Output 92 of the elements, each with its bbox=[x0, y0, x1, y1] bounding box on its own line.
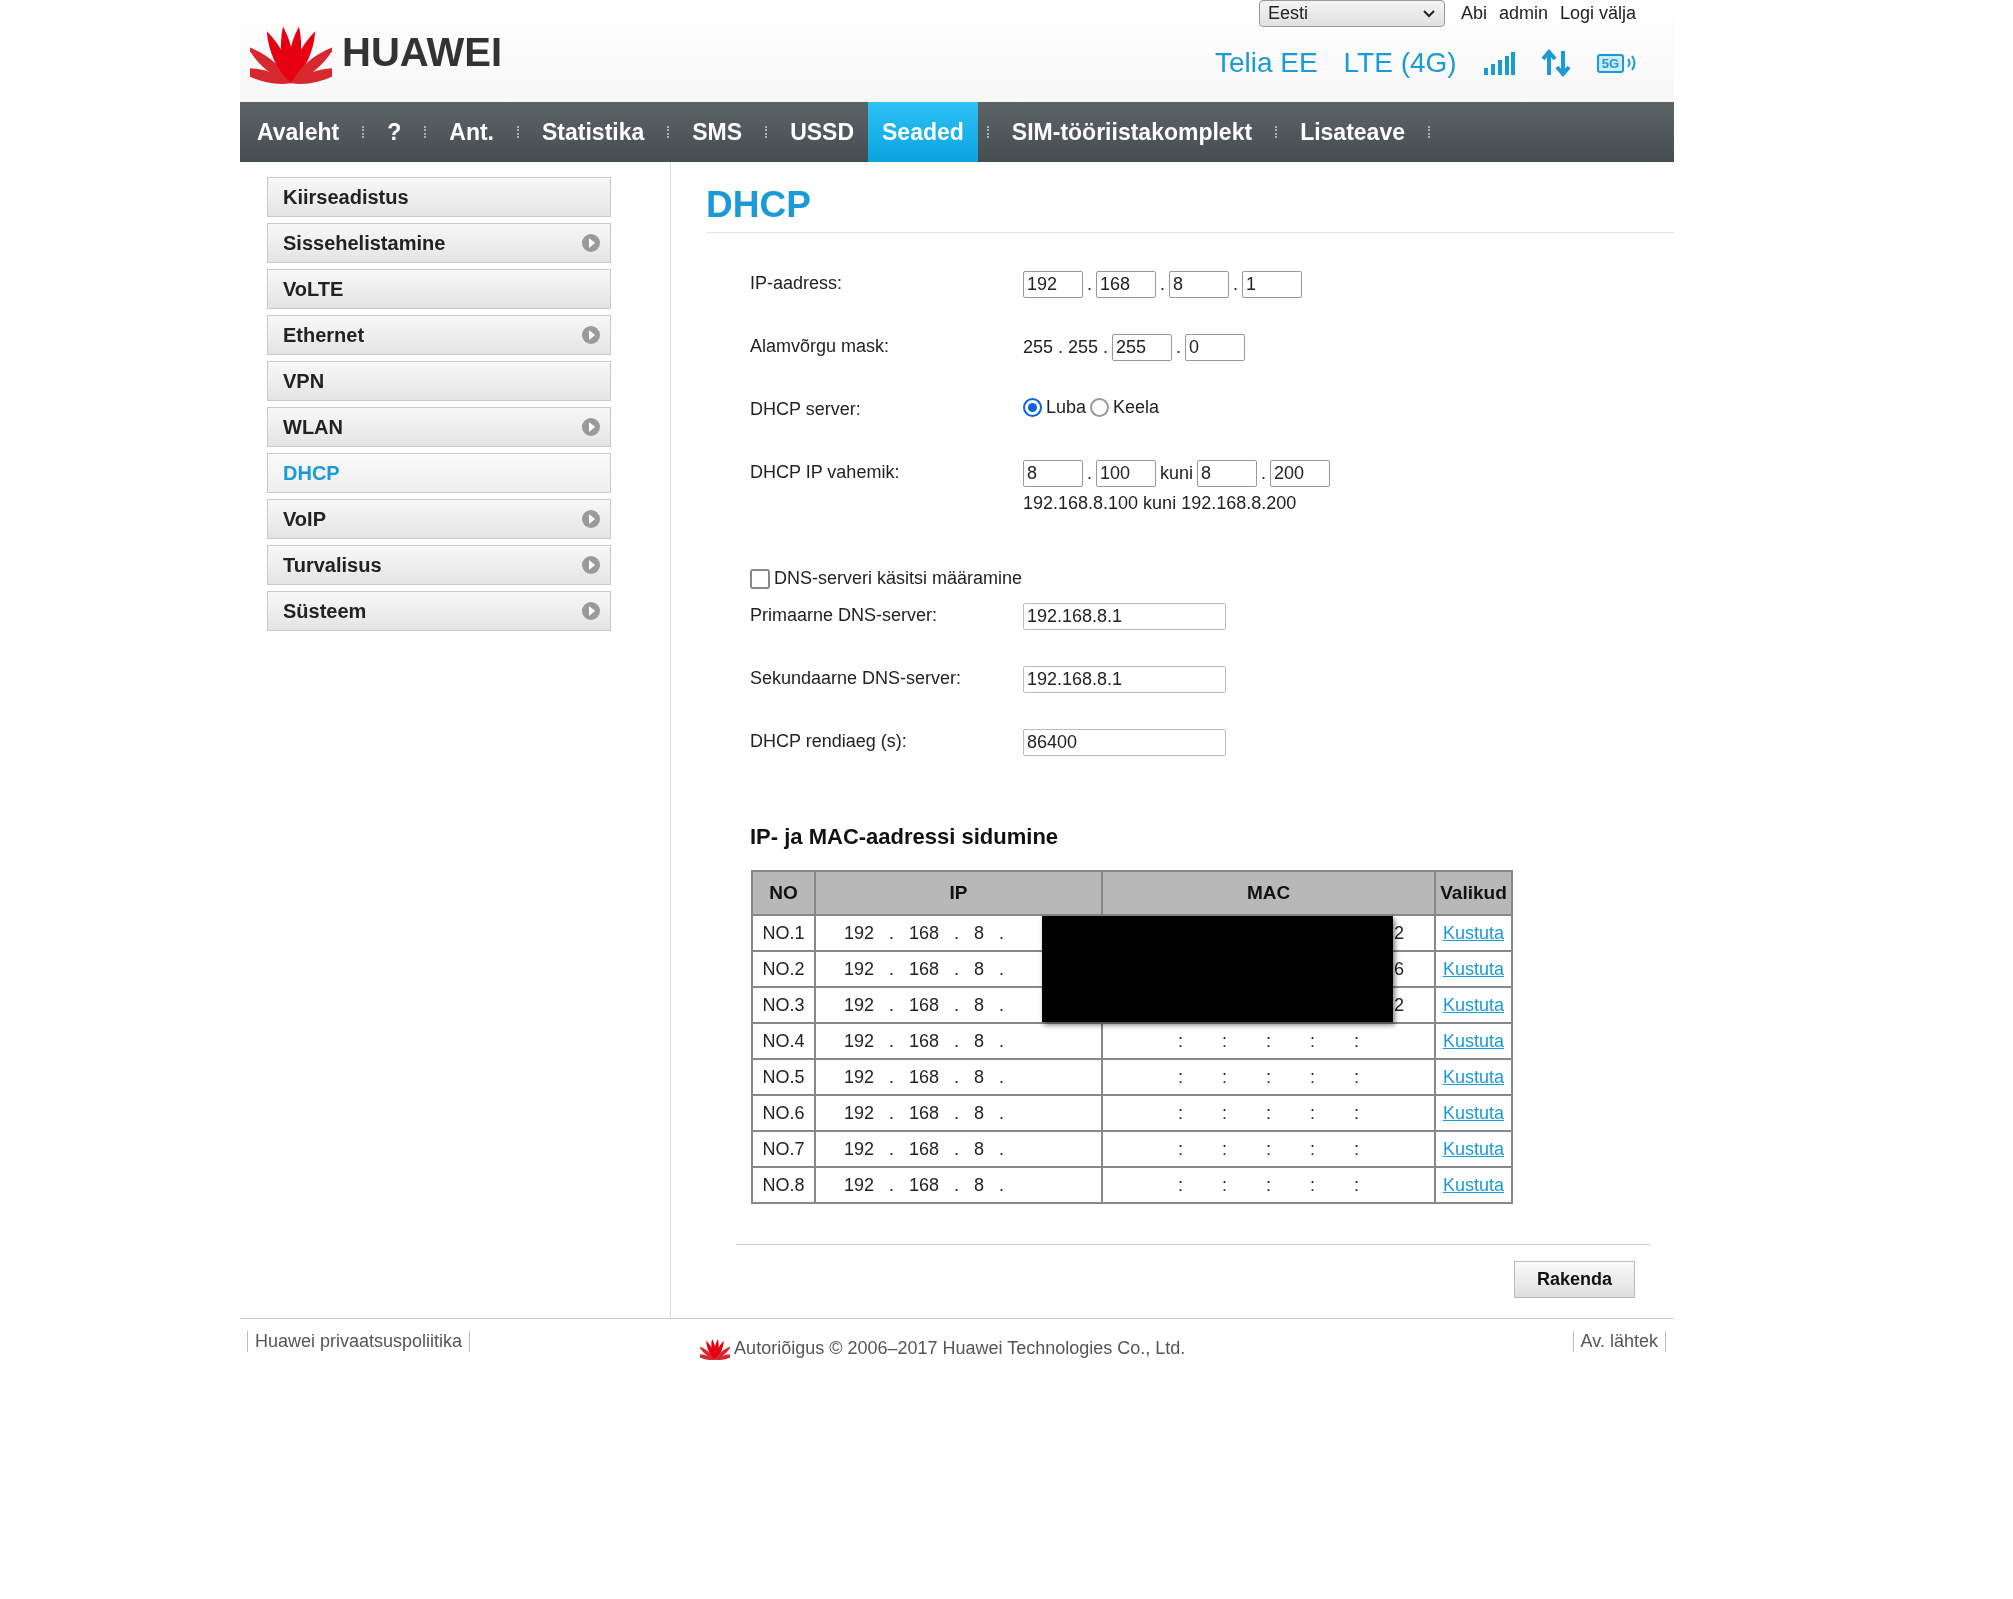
wave-icon bbox=[1626, 54, 1636, 72]
range-summary: 192.168.8.100 kuni 192.168.8.200 bbox=[1023, 493, 1298, 514]
field-label: IP-aadress: bbox=[750, 273, 844, 294]
octet-field[interactable]: 100 bbox=[1096, 460, 1156, 487]
nav-tab[interactable]: Avaleht bbox=[243, 102, 354, 162]
nav-tab[interactable]: SMS bbox=[678, 102, 757, 162]
nav-tab[interactable]: Ant. bbox=[435, 102, 508, 162]
field-label: DHCP rendiaeg (s): bbox=[750, 731, 908, 752]
field-label: Primaarne DNS-server: bbox=[750, 605, 939, 626]
table-cell: 192 . 168 . 8 . bbox=[814, 1095, 1103, 1131]
separator-text: . bbox=[1233, 274, 1239, 295]
sidebar-item[interactable]: VPN bbox=[267, 361, 611, 401]
field-label: Alamvõrgu mask: bbox=[750, 336, 891, 357]
open-source-link[interactable]: Av. lähtek bbox=[1572, 1331, 1666, 1352]
sidebar-item[interactable]: VoLTE bbox=[267, 269, 611, 309]
table-cell: : : : : : bbox=[1102, 1131, 1435, 1167]
language-select[interactable]: Eesti bbox=[1258, 0, 1445, 27]
sidebar-item[interactable]: Süsteem bbox=[267, 591, 611, 631]
radio-label: Keela bbox=[1113, 397, 1160, 418]
input-field[interactable]: 192.168.8.1 bbox=[1023, 603, 1226, 630]
checkbox[interactable] bbox=[750, 568, 770, 589]
privacy-link[interactable]: Huawei privaatsuspoliitika bbox=[247, 1331, 471, 1352]
separator-text: kuni bbox=[1160, 463, 1194, 484]
sidebar-item[interactable]: VoIP bbox=[267, 499, 611, 539]
octet-field[interactable]: 192 bbox=[1023, 271, 1083, 298]
data-transfer-icon bbox=[1540, 49, 1571, 77]
chevron-down-icon bbox=[1421, 8, 1436, 19]
apply-button[interactable]: Rakenda bbox=[1514, 1261, 1635, 1298]
table-cell: 192 . 168 . 8 . bbox=[814, 1131, 1103, 1167]
radio-button[interactable] bbox=[1023, 398, 1042, 417]
separator-text: 255 . 255 . bbox=[1023, 337, 1109, 358]
field-label: Sekundaarne DNS-server: bbox=[750, 668, 963, 689]
separator-text: . bbox=[1261, 463, 1267, 484]
huawei-logo-icon bbox=[700, 1337, 731, 1361]
page-title: DHCP bbox=[706, 184, 1674, 233]
separator-text: . bbox=[1176, 337, 1182, 358]
sidebar-item[interactable]: Sissehelistamine bbox=[267, 223, 611, 263]
table-cell: 192 . 168 . 8 . bbox=[814, 1059, 1103, 1095]
input-field[interactable]: 86400 bbox=[1023, 729, 1226, 756]
nav-tab[interactable]: ? bbox=[373, 102, 416, 162]
table-cell: NO.8 bbox=[752, 1167, 815, 1203]
section-title: IP- ja MAC-aadressi sidumine bbox=[750, 824, 1060, 850]
logout-link[interactable]: Logi välja bbox=[1559, 3, 1636, 24]
octet-field[interactable]: 8 bbox=[1023, 460, 1083, 487]
table-cell: NO.4 bbox=[752, 1023, 815, 1059]
separator-text: . bbox=[1087, 274, 1092, 295]
nav-tab[interactable]: Lisateave bbox=[1286, 102, 1419, 162]
table-cell: NO.3 bbox=[752, 987, 815, 1023]
table-cell: 192 . 168 . 8 . bbox=[814, 1023, 1103, 1059]
octet-field[interactable]: 168 bbox=[1096, 271, 1156, 298]
octet-field[interactable]: 255 bbox=[1112, 334, 1173, 361]
field-label: DHCP IP vahemik: bbox=[750, 462, 901, 483]
sidebar-item[interactable]: WLAN bbox=[267, 407, 611, 447]
field-label: DHCP server: bbox=[750, 399, 862, 420]
table-cell: NO.1 bbox=[752, 915, 815, 951]
sidebar-item[interactable]: Ethernet bbox=[267, 315, 611, 355]
table-cell: : : : : : bbox=[1102, 1167, 1435, 1203]
column-header: Valikud bbox=[1435, 871, 1512, 915]
radio-label: Luba bbox=[1046, 397, 1087, 418]
network-type: LTE (4G) bbox=[1343, 47, 1457, 79]
nav-tab[interactable]: SIM-tööriistakomplekt bbox=[997, 102, 1267, 162]
table-cell: NO.2 bbox=[752, 951, 815, 987]
table-cell: NO.7 bbox=[752, 1131, 815, 1167]
octet-field[interactable]: 8 bbox=[1197, 460, 1258, 487]
operator-name: Telia EE bbox=[1214, 47, 1318, 79]
table-cell: : : : : : bbox=[1102, 1059, 1435, 1095]
checkbox-label: DNS-serveri käsitsi määramine bbox=[774, 568, 1023, 589]
signal-icon bbox=[1482, 51, 1515, 75]
help-link[interactable]: Abi bbox=[1460, 3, 1487, 24]
octet-field[interactable]: 0 bbox=[1185, 334, 1246, 361]
sidebar-item[interactable]: Kiirseadistus bbox=[267, 177, 611, 217]
5g-badge: 5G bbox=[1596, 53, 1624, 73]
table-cell: 192 . 168 . 8 . bbox=[814, 1167, 1103, 1203]
copyright-text: Autoriõigus © 2006–2017 Huawei Technologies Co., Ltd. bbox=[734, 1338, 1186, 1360]
input-field[interactable]: 192.168.8.1 bbox=[1023, 666, 1226, 693]
octet-field[interactable]: 200 bbox=[1270, 460, 1331, 487]
column-header: NO bbox=[752, 871, 815, 915]
column-header: MAC bbox=[1102, 871, 1435, 915]
table-cell: : : : : : bbox=[1102, 1095, 1435, 1131]
radio-button[interactable] bbox=[1090, 398, 1110, 417]
user-link[interactable]: admin bbox=[1498, 3, 1548, 24]
table-cell: NO.6 bbox=[752, 1095, 815, 1131]
nav-tab[interactable]: USSD bbox=[776, 102, 869, 162]
table-cell: NO.5 bbox=[752, 1059, 815, 1095]
octet-field[interactable]: 8 bbox=[1169, 271, 1230, 298]
separator-text: . bbox=[1087, 463, 1092, 484]
column-header: IP bbox=[814, 871, 1103, 915]
octet-field[interactable]: 1 bbox=[1242, 271, 1303, 298]
separator-text: . bbox=[1160, 274, 1166, 295]
sidebar-item[interactable]: Turvalisus bbox=[267, 545, 611, 585]
brand-name: HUAWEI bbox=[342, 30, 502, 76]
nav-tab[interactable]: Statistika bbox=[528, 102, 659, 162]
